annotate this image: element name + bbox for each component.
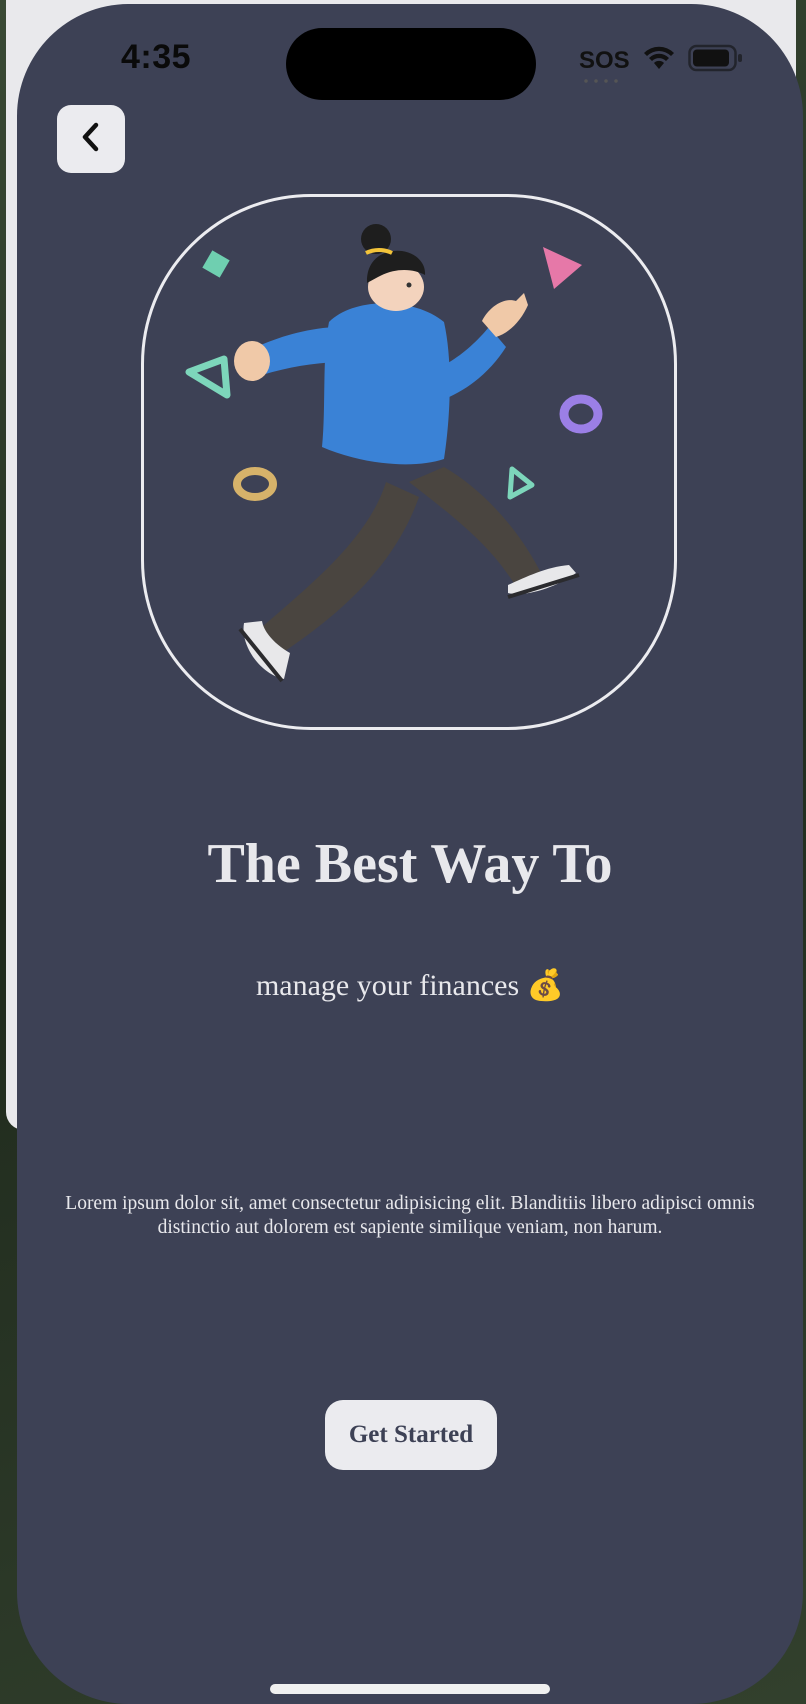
get-started-button[interactable]: Get Started <box>325 1400 497 1470</box>
purple-ring-shape <box>559 394 603 434</box>
back-button[interactable] <box>57 105 125 173</box>
back-hand <box>234 341 270 381</box>
headline: The Best Way To <box>207 833 613 895</box>
front-leg <box>409 467 544 592</box>
signal-dots <box>581 78 621 83</box>
wifi-icon <box>642 45 676 76</box>
chevron-left-icon <box>77 120 105 159</box>
gold-ring-shape <box>233 467 277 501</box>
battery-icon <box>687 44 744 77</box>
status-indicators: SOS <box>579 44 744 83</box>
pink-triangle-shape <box>543 247 582 289</box>
status-time: 4:35 <box>121 38 192 76</box>
eye <box>406 282 412 288</box>
green-square-shape <box>202 250 230 278</box>
dynamic-island <box>286 28 536 100</box>
back-leg <box>262 482 419 653</box>
description-text: Lorem ipsum dolor sit, amet consectetur … <box>65 1193 755 1238</box>
hero-frame <box>141 194 677 730</box>
small-green-triangle-shape <box>507 466 535 500</box>
subheadline: manage your finances 💰 <box>255 969 565 1002</box>
home-indicator[interactable] <box>270 1684 550 1694</box>
sos-indicator: SOS <box>579 46 630 83</box>
walking-person-illustration <box>185 224 603 683</box>
green-triangle-shape <box>185 355 231 399</box>
phone-screen: 4:35 SOS The Best Way To manage your fin… <box>17 4 803 1704</box>
sos-label: SOS <box>579 46 630 74</box>
